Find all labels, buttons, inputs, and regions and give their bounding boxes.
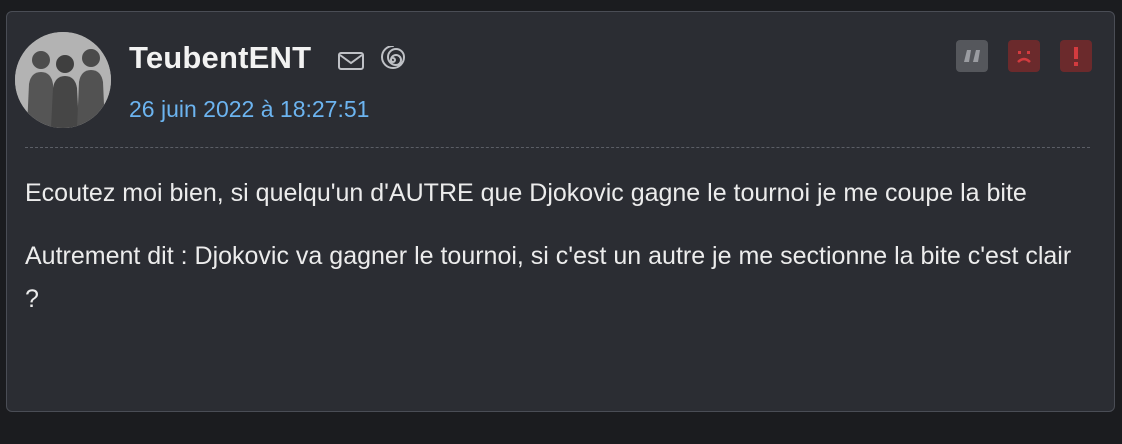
post-paragraph: Autrement dit : Djokovic va gagner le to… (25, 242, 1072, 313)
quote-button[interactable] (956, 40, 988, 72)
exclamation-icon (1074, 47, 1078, 66)
forum-post: TeubentENT 26 juin 2022 à 18:27:51 Ecout… (6, 11, 1115, 412)
avatar[interactable] (15, 32, 111, 128)
quote-icon (964, 50, 980, 62)
sad-face-button[interactable] (1008, 40, 1040, 72)
post-content: Ecoutez moi bien, si quelqu'un d'AUTRE q… (25, 172, 1090, 341)
sad-face-icon (1017, 51, 1031, 63)
spiral-icon[interactable] (379, 45, 407, 74)
report-button[interactable] (1060, 40, 1092, 72)
post-date[interactable]: 26 juin 2022 à 18:27:51 (129, 96, 369, 123)
mail-icon[interactable] (337, 50, 365, 72)
divider (25, 147, 1090, 148)
username[interactable]: TeubentENT (129, 40, 311, 76)
post-paragraph: Ecoutez moi bien, si quelqu'un d'AUTRE q… (25, 179, 1027, 207)
post-actions (956, 40, 1092, 72)
